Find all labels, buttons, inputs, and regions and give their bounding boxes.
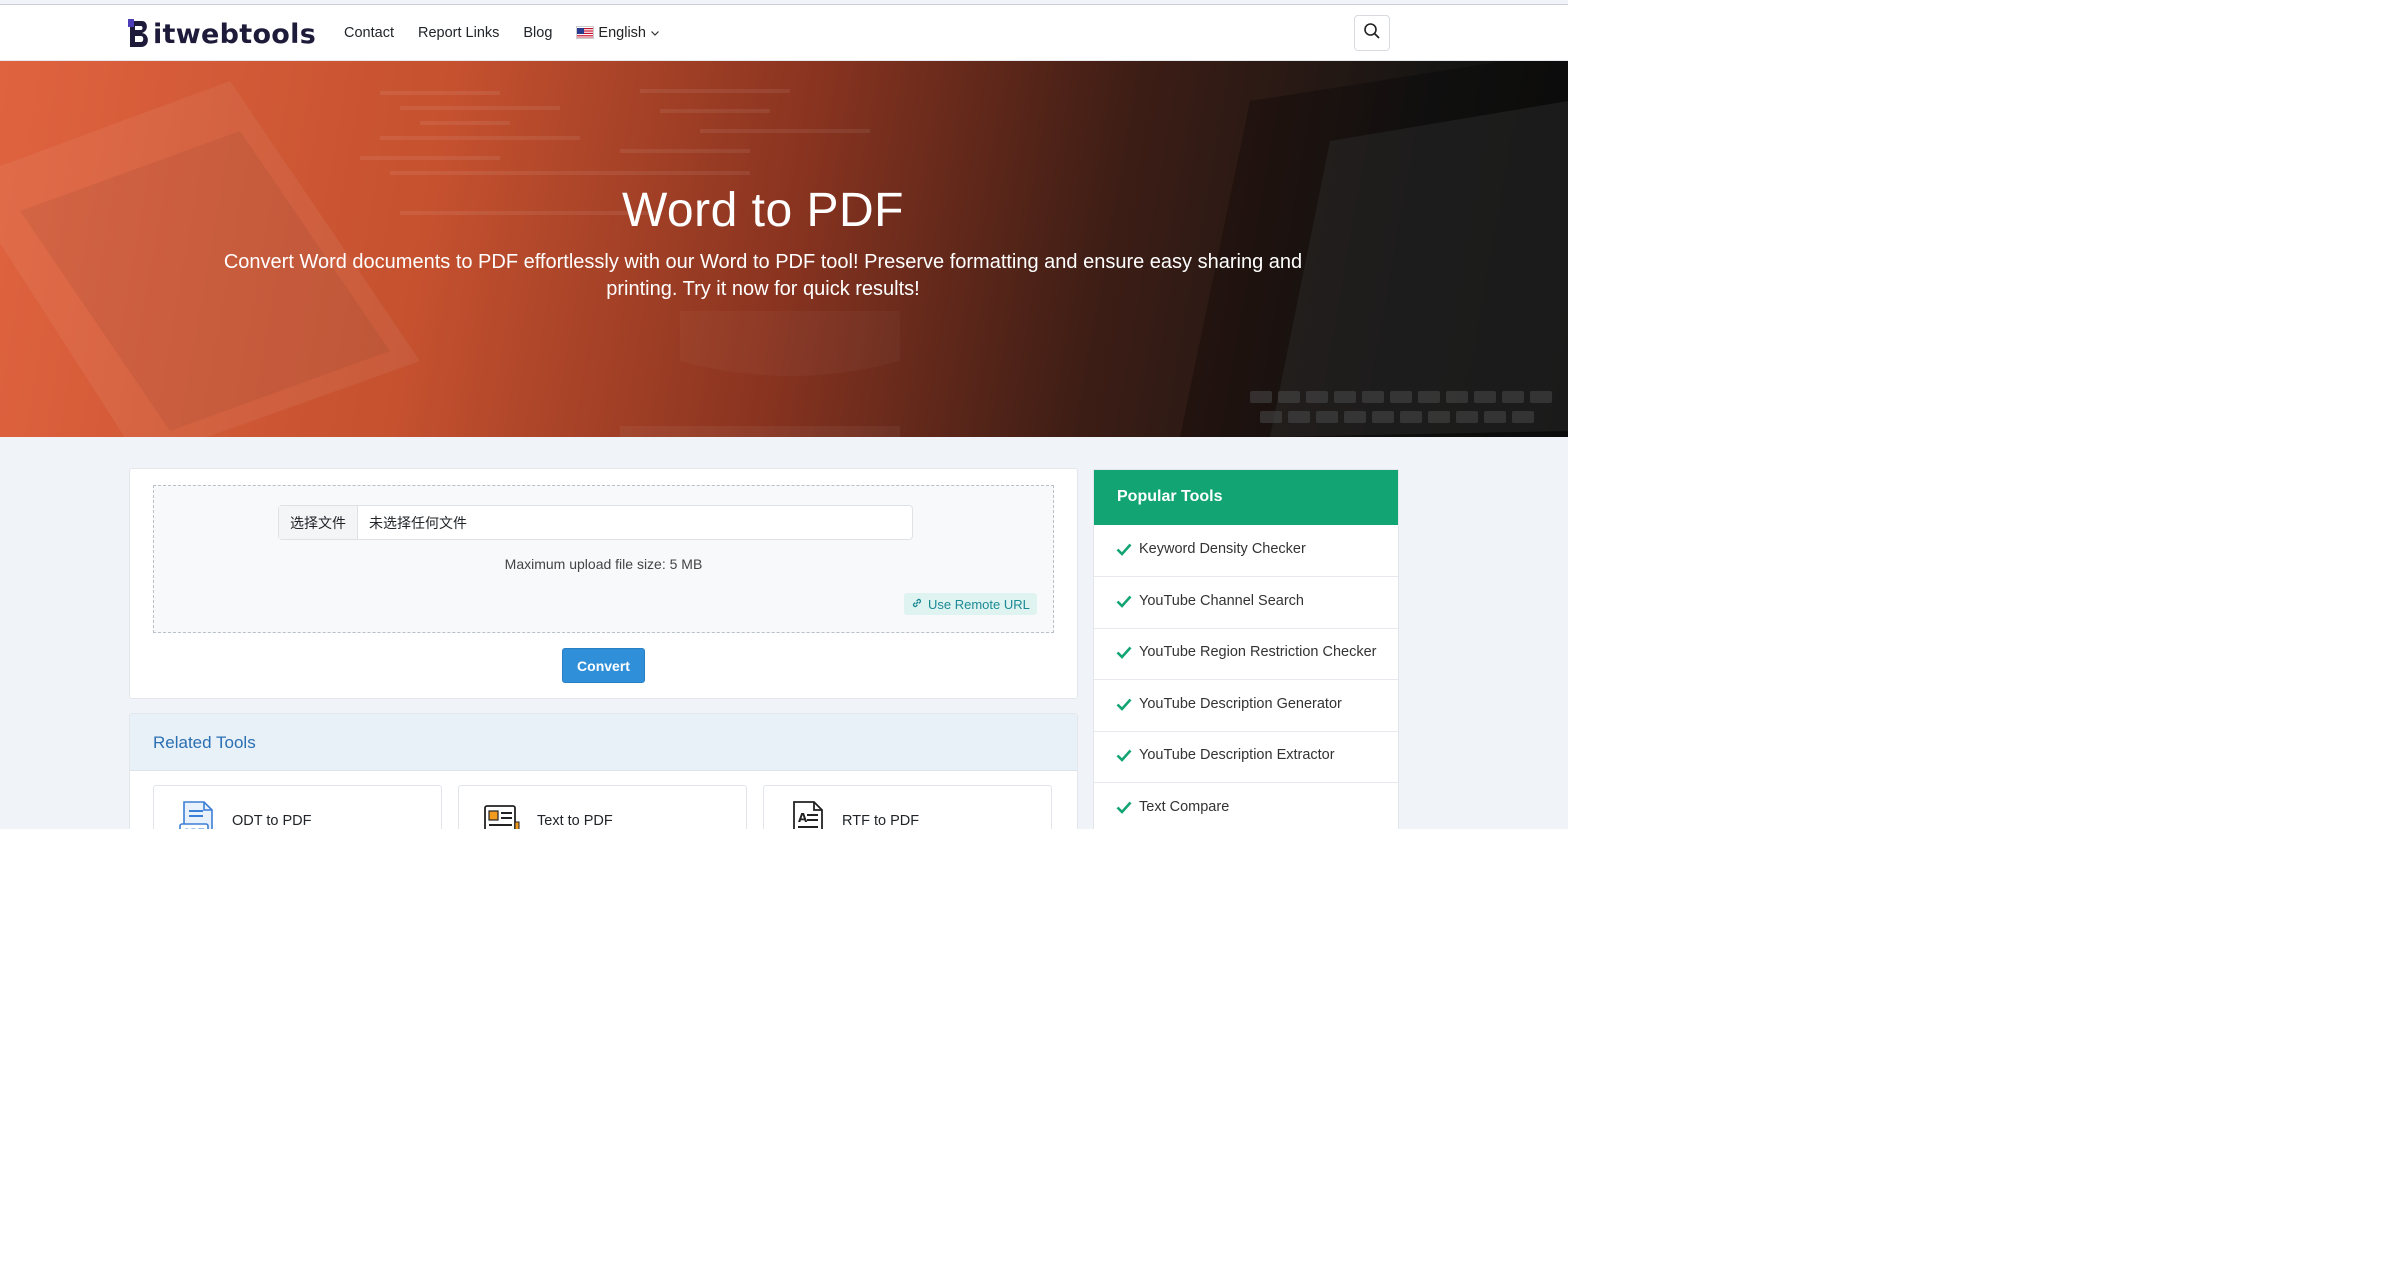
popular-tool-item[interactable]: YouTube Description Generator: [1094, 680, 1398, 732]
text-document-icon: [483, 800, 521, 829]
check-icon: [1116, 594, 1132, 608]
odt-file-icon: ODT: [178, 800, 216, 829]
check-icon: [1116, 645, 1132, 659]
popular-tool-item[interactable]: Keyword Density Checker: [1094, 525, 1398, 577]
svg-text:ODT: ODT: [183, 828, 205, 829]
file-name-display: 未选择任何文件: [369, 514, 467, 531]
related-tool-rtf-to-pdf[interactable]: A RTF to PDF: [763, 785, 1052, 829]
nav-blog[interactable]: Blog: [523, 25, 552, 41]
link-icon: [911, 597, 923, 612]
search-icon: [1363, 22, 1381, 45]
related-tool-label: Text to PDF: [537, 813, 613, 829]
us-flag-icon: [576, 26, 595, 39]
popular-tool-label: Keyword Density Checker: [1139, 541, 1306, 557]
main-nav: Contact Report Links Blog English: [344, 5, 660, 60]
check-icon: [1116, 748, 1132, 762]
logo-mark-icon: [128, 19, 152, 49]
popular-tool-item[interactable]: YouTube Region Restriction Checker: [1094, 628, 1398, 680]
related-tools-title: Related Tools: [153, 733, 256, 752]
popular-tool-label: YouTube Region Restriction Checker: [1139, 644, 1377, 660]
popular-tools-title: Popular Tools: [1117, 488, 1223, 505]
search-button[interactable]: [1354, 15, 1390, 51]
language-selector[interactable]: English: [576, 25, 660, 41]
upload-dropzone[interactable]: 选择文件 未选择任何文件 Maximum upload file size: 5…: [153, 485, 1054, 633]
file-input[interactable]: 选择文件 未选择任何文件: [278, 505, 913, 540]
svg-text:A: A: [798, 811, 808, 825]
popular-tool-item[interactable]: Text Compare: [1094, 783, 1398, 829]
popular-tool-label: Text Compare: [1139, 799, 1230, 815]
max-upload-size-text: Maximum upload file size: 5 MB: [504, 556, 703, 572]
use-remote-url-button[interactable]: Use Remote URL: [904, 593, 1037, 615]
popular-tool-label: YouTube Description Generator: [1139, 696, 1342, 712]
use-remote-url-label: Use Remote URL: [928, 596, 1030, 612]
popular-tools-sidebar: Popular Tools Keyword Density Checker Yo…: [1093, 469, 1399, 829]
converter-card: 选择文件 未选择任何文件 Maximum upload file size: 5…: [129, 468, 1078, 699]
related-tools-panel: Related Tools ODT ODT to PDF: [129, 713, 1078, 829]
nav-report-links[interactable]: Report Links: [418, 25, 499, 41]
related-tool-text-to-pdf[interactable]: Text to PDF: [458, 785, 747, 829]
site-header: itwebtools Contact Report Links Blog Eng…: [0, 5, 1568, 61]
hero-banner: Word to PDF Convert Word documents to PD…: [0, 61, 1568, 437]
logo-text: itwebtools: [153, 18, 317, 50]
language-label: English: [598, 24, 646, 41]
related-tool-label: RTF to PDF: [842, 813, 920, 829]
nav-contact[interactable]: Contact: [344, 25, 394, 41]
chevron-down-icon: [650, 25, 660, 41]
page-title: Word to PDF: [621, 184, 904, 237]
popular-tool-label: YouTube Channel Search: [1139, 593, 1304, 609]
popular-tool-item[interactable]: YouTube Channel Search: [1094, 577, 1398, 629]
page-description: Convert Word documents to PDF effortless…: [223, 251, 1303, 300]
related-tool-odt-to-pdf[interactable]: ODT ODT to PDF: [153, 785, 442, 829]
convert-button[interactable]: Convert: [562, 648, 645, 683]
choose-file-button[interactable]: 选择文件: [279, 506, 358, 539]
check-icon: [1116, 542, 1132, 556]
check-icon: [1116, 697, 1132, 711]
check-icon: [1116, 800, 1132, 814]
related-tool-label: ODT to PDF: [232, 813, 312, 829]
rtf-document-icon: A: [788, 800, 826, 829]
site-logo[interactable]: itwebtools: [128, 17, 316, 51]
page: itwebtools Contact Report Links Blog Eng…: [0, 0, 1568, 829]
popular-tool-item[interactable]: YouTube Description Extractor: [1094, 731, 1398, 783]
popular-tools-header: Popular Tools: [1094, 470, 1398, 525]
related-tools-header: Related Tools: [130, 714, 1077, 771]
popular-tool-label: YouTube Description Extractor: [1139, 747, 1335, 763]
